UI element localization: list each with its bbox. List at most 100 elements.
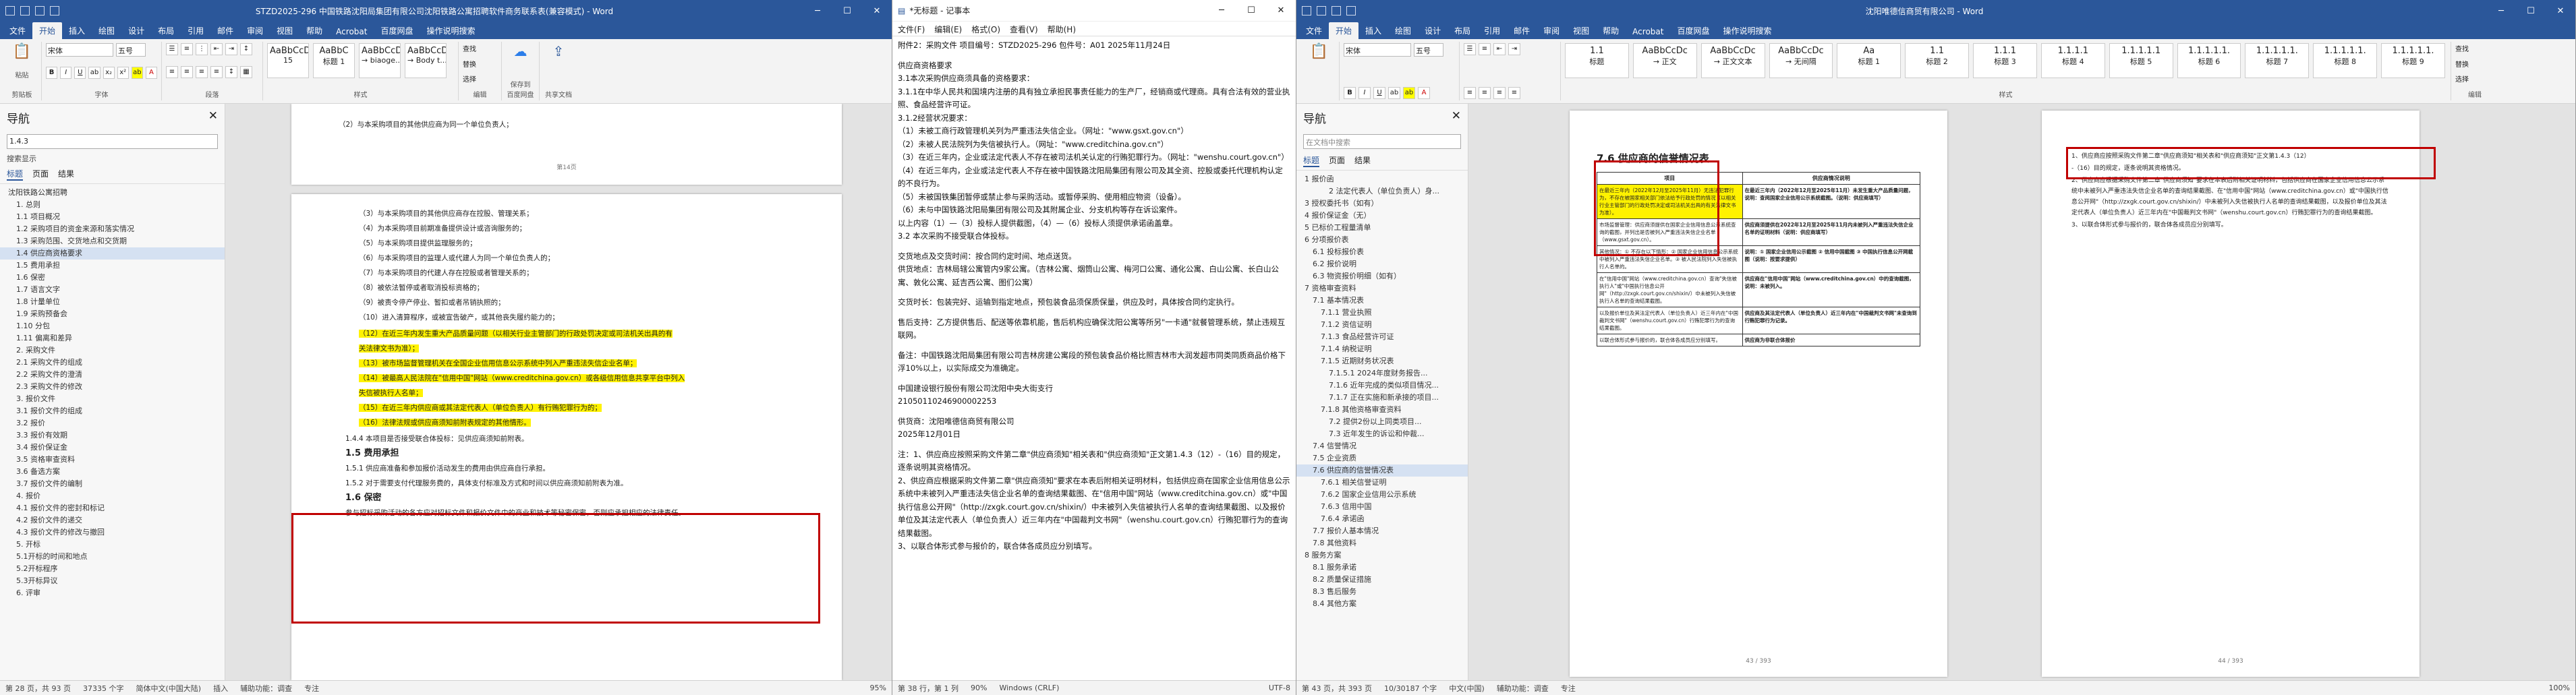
ribbon-tab[interactable]: 引用 [181, 22, 210, 39]
nav-heading-item[interactable]: 7.1.5.1 2024年度财务报告... [1296, 367, 1468, 380]
find-button[interactable]: 查找 [463, 43, 497, 53]
ribbon-tab[interactable]: 文件 [3, 22, 32, 39]
style-gallery-item[interactable]: AaBbCcDc→ Body t... [405, 43, 447, 78]
undo-icon[interactable] [1332, 6, 1341, 16]
nav-heading-item[interactable]: 沈阳铁路公寓招聘 [0, 187, 225, 199]
nav-heading-item[interactable]: 1.4 供应商资格要求 [0, 247, 225, 260]
nav-heading-item[interactable]: 1.7 语言文字 [0, 284, 225, 296]
ribbon-tab[interactable]: 插入 [1358, 22, 1388, 39]
subscript-icon[interactable]: x₂ [103, 67, 115, 79]
style-gallery-item[interactable]: AaBbC 标题 1 [313, 43, 355, 78]
style-gallery-item[interactable]: 1.1.1 标题 3 [1973, 43, 2037, 78]
style-gallery-item[interactable]: AaBbCcDd→ biaoge... [359, 43, 401, 78]
nav-heading-item[interactable]: 7.1 基本情况表 [1296, 295, 1468, 307]
redo-icon[interactable] [50, 6, 59, 16]
ribbon-tab[interactable]: 帮助 [299, 22, 329, 39]
bullets-icon[interactable]: ☰ [1464, 43, 1476, 55]
menu-item[interactable]: 帮助(H) [1048, 24, 1076, 34]
font-size-select[interactable]: 五号 [116, 43, 146, 57]
style-gallery-item[interactable]: 1.1.1.1.1. 标题 9 [2381, 43, 2445, 78]
style-gallery-item[interactable]: 1.1.1.1 标题 4 [2040, 43, 2105, 78]
nav-heading-item[interactable]: 7.6.2 国家企业信用公示系统 [1296, 489, 1468, 501]
autosave-icon[interactable] [1302, 6, 1311, 16]
highlight-icon[interactable]: ab [131, 67, 143, 79]
maximize-icon[interactable]: ☐ [1242, 5, 1261, 16]
ribbon-tab[interactable]: 设计 [1418, 22, 1448, 39]
decrease-indent-icon[interactable]: ⇤ [1493, 43, 1506, 55]
nav-tab[interactable]: 结果 [1354, 154, 1371, 167]
menu-item[interactable]: 查看(V) [1010, 24, 1038, 34]
nav-heading-item[interactable]: 4 报价保证金（无） [1296, 210, 1468, 222]
paste-button[interactable]: 粘贴 [7, 69, 37, 80]
nav-heading-item[interactable]: 3.6 备选方案 [0, 466, 225, 478]
align-right-icon[interactable]: ≡ [1493, 87, 1506, 99]
align-center-icon[interactable]: ≡ [1479, 87, 1491, 99]
nav-heading-item[interactable]: 7.1.8 其他资格审查资料 [1296, 404, 1468, 416]
nav-heading-item[interactable]: 5.3开标异议 [0, 575, 225, 587]
ribbon-tab[interactable]: 百度网盘 [1670, 22, 1716, 39]
ribbon-tab[interactable]: 布局 [151, 22, 181, 39]
nav-heading-item[interactable]: 7.1.1 营业执照 [1296, 307, 1468, 319]
nav-search-input[interactable]: 在文档中搜索 [1303, 134, 1461, 149]
line-spacing-icon[interactable]: ↕ [225, 66, 237, 78]
nav-heading-item[interactable]: 3.3 报价有效期 [0, 429, 225, 442]
replace-button[interactable]: 替换 [463, 59, 497, 69]
nav-heading-item[interactable]: 7.8 其他资料 [1296, 537, 1468, 549]
menu-item[interactable]: 文件(F) [898, 24, 925, 34]
style-gallery-item[interactable]: 1.1.1.1.1. 标题 8 [2313, 43, 2378, 78]
style-gallery-item[interactable]: AaBbCcDc15 [267, 43, 309, 78]
increase-indent-icon[interactable]: ⇥ [1508, 43, 1520, 55]
share-doc-button[interactable]: 共享文档 [544, 89, 573, 99]
nav-heading-item[interactable]: 8.2 质量保证措施 [1296, 574, 1468, 586]
nav-heading-item[interactable]: 2. 采购文件 [0, 344, 225, 357]
bold-icon[interactable]: B [1344, 87, 1356, 99]
nav-heading-item[interactable]: 3.5 资格审查资料 [0, 454, 225, 466]
nav-heading-item[interactable]: 4.2 报价文件的递交 [0, 514, 225, 526]
share-doc-icon[interactable]: ⇪ [544, 43, 573, 59]
replace-button[interactable]: 替换 [2455, 59, 2494, 69]
align-left-icon[interactable]: ≡ [1464, 87, 1476, 99]
nav-heading-item[interactable]: 5.1开标的时间和地点 [0, 551, 225, 563]
align-left-icon[interactable]: ≡ [166, 66, 178, 78]
select-button[interactable]: 选择 [2455, 73, 2494, 84]
text-editor[interactable]: 附件2：采购文件 项目编号：STZD2025-296 包件号：A01 2025年… [892, 36, 1296, 673]
nav-heading-item[interactable]: 7.1.2 资信证明 [1296, 319, 1468, 331]
ribbon-tab[interactable]: 绘图 [1388, 22, 1418, 39]
highlight-icon[interactable]: ab [1403, 87, 1415, 99]
menu-item[interactable]: 编辑(E) [934, 24, 962, 34]
nav-heading-item[interactable]: 1.9 采购预备会 [0, 308, 225, 320]
nav-heading-item[interactable]: 4. 报价 [0, 490, 225, 502]
ribbon-tab[interactable]: 邮件 [1507, 22, 1537, 39]
redo-icon[interactable] [1346, 6, 1356, 16]
ribbon-tab[interactable]: Acrobat [1626, 24, 1670, 39]
nav-heading-item[interactable]: 7.2 提供2份以上同类项目... [1296, 416, 1468, 428]
font-color-icon[interactable]: A [1418, 87, 1430, 99]
nav-heading-item[interactable]: 3 授权委托书（如有） [1296, 198, 1468, 210]
style-gallery-item[interactable]: Aa 标题 1 [1837, 43, 1901, 78]
ribbon-tab[interactable]: 开始 [1329, 22, 1359, 39]
ribbon-tab[interactable]: 文件 [1299, 22, 1329, 39]
ribbon-tab[interactable]: 引用 [1477, 22, 1507, 39]
nav-heading-item[interactable]: 1. 总则 [0, 199, 225, 211]
strikethrough-icon[interactable]: ab [1388, 87, 1400, 99]
nav-heading-item[interactable]: 1.2 采购项目的资金来源和落实情况 [0, 223, 225, 235]
italic-icon[interactable]: I [1358, 87, 1371, 99]
style-gallery-item[interactable]: AaBbCcDc → 无间隔 [1769, 43, 1833, 78]
menu-item[interactable]: 格式(O) [971, 24, 1000, 34]
nav-heading-item[interactable]: 3.1 报价文件的组成 [0, 405, 225, 417]
nav-heading-item[interactable]: 2.2 采购文件的澄清 [0, 369, 225, 381]
select-button[interactable]: 选择 [463, 73, 497, 84]
autosave-icon[interactable] [5, 6, 15, 16]
nav-heading-item[interactable]: 1.1 项目概况 [0, 211, 225, 223]
nav-heading-item[interactable]: 7.1.4 纳税证明 [1296, 343, 1468, 355]
nav-heading-item[interactable]: 1.3 采购范围、交货地点和交货期 [0, 235, 225, 247]
multilevel-icon[interactable]: ⋮ [196, 43, 208, 55]
ribbon-tab[interactable]: 布局 [1448, 22, 1477, 39]
style-gallery-item[interactable]: 1.1.1.1.1. 标题 6 [2177, 43, 2241, 78]
ribbon-tab[interactable]: 百度网盘 [374, 22, 420, 39]
numbering-icon[interactable]: ≡ [1479, 43, 1491, 55]
nav-tab[interactable]: 页面 [32, 168, 49, 181]
style-gallery-item[interactable]: 1.1 标题 [1565, 43, 1629, 78]
nav-heading-item[interactable]: 2 法定代表人（单位负责人）身... [1296, 185, 1468, 198]
nav-heading-item[interactable]: 8.1 服务承诺 [1296, 562, 1468, 574]
